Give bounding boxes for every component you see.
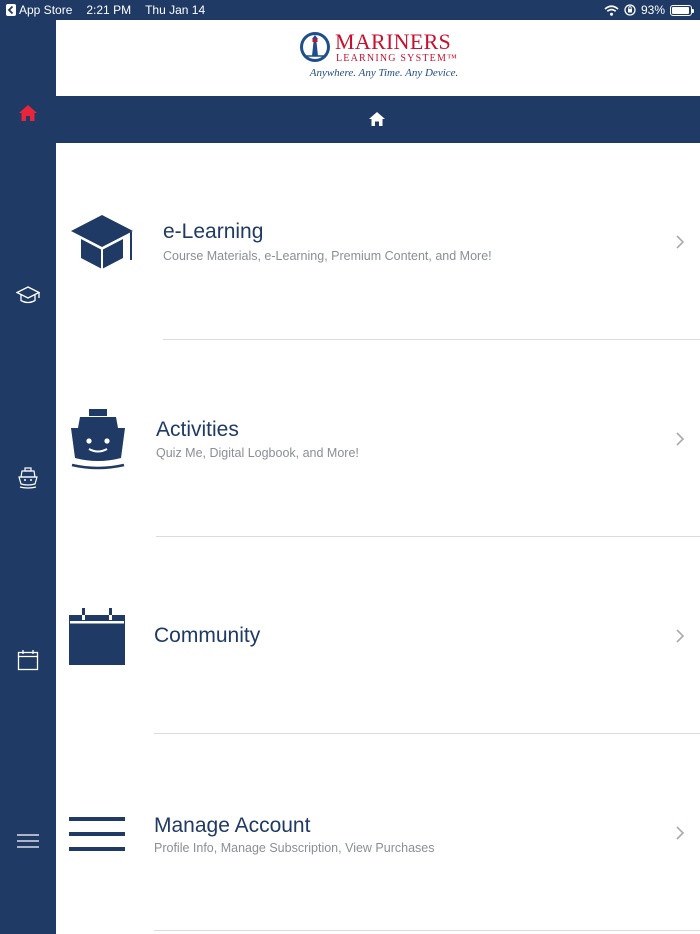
menu-icon bbox=[69, 817, 125, 851]
menu-item-community[interactable]: Community bbox=[56, 537, 700, 734]
sidebar bbox=[0, 20, 56, 934]
menu-item-activities[interactable]: Activities Quiz Me, Digital Logbook, and… bbox=[56, 340, 700, 537]
status-bar-left: App Store 2:21 PM Thu Jan 14 bbox=[6, 3, 205, 17]
mariners-logo[interactable]: MARINERS LEARNING SYSTEM™ Anywhere. Any … bbox=[299, 30, 469, 92]
calendar-icon bbox=[17, 650, 39, 671]
status-time: 2:21 PM bbox=[86, 3, 132, 17]
home-icon bbox=[19, 105, 37, 121]
logo-tagline: Anywhere. Any Time. Any Device. bbox=[309, 67, 459, 79]
battery-icon bbox=[670, 4, 694, 16]
menu-icon bbox=[17, 834, 39, 848]
top-nav-bar bbox=[56, 96, 700, 143]
back-app-label: App Store bbox=[19, 3, 73, 17]
chevron-right-icon bbox=[676, 629, 685, 643]
calendar-icon bbox=[69, 608, 125, 665]
battery-percent: 93% bbox=[640, 3, 665, 17]
menu-item-title: Manage Account bbox=[154, 814, 311, 837]
home-icon[interactable] bbox=[367, 110, 387, 128]
status-bar-right: 93% bbox=[604, 3, 694, 17]
chevron-right-icon bbox=[676, 235, 685, 249]
ship-icon bbox=[18, 467, 38, 489]
logo-subtitle: LEARNING SYSTEM™ bbox=[336, 53, 459, 64]
wifi-icon bbox=[604, 4, 619, 16]
graduation-cap-icon bbox=[16, 286, 40, 304]
chevron-right-icon bbox=[676, 826, 685, 840]
menu-item-subtitle: Course Materials, e-Learning, Premium Co… bbox=[163, 249, 492, 263]
menu-item-title: e-Learning bbox=[163, 220, 264, 243]
orientation-lock-icon bbox=[624, 4, 636, 16]
row-divider bbox=[154, 930, 700, 931]
back-to-app-button[interactable]: App Store bbox=[6, 3, 72, 17]
lighthouse-emblem-icon bbox=[300, 32, 330, 62]
menu-item-subtitle: Profile Info, Manage Subscription, View … bbox=[154, 841, 435, 855]
chevron-right-icon bbox=[676, 432, 685, 446]
menu-item-manage-account[interactable]: Manage Account Profile Info, Manage Subs… bbox=[56, 734, 700, 931]
graduation-cap-icon bbox=[71, 215, 133, 269]
status-bar: App Store 2:21 PM Thu Jan 14 93% bbox=[0, 0, 700, 20]
sidebar-item-community[interactable] bbox=[0, 640, 56, 680]
sidebar-item-home[interactable] bbox=[0, 93, 56, 133]
sidebar-item-activities[interactable] bbox=[0, 458, 56, 498]
menu-item-subtitle: Quiz Me, Digital Logbook, and More! bbox=[156, 446, 359, 460]
menu-item-title: Community bbox=[154, 624, 261, 647]
menu-item-elearning[interactable]: e-Learning Course Materials, e-Learning,… bbox=[56, 143, 700, 340]
sidebar-item-elearning[interactable] bbox=[0, 275, 56, 315]
sidebar-item-menu[interactable] bbox=[0, 821, 56, 861]
ship-icon bbox=[71, 409, 125, 470]
status-date: Thu Jan 14 bbox=[145, 3, 206, 17]
header: MARINERS LEARNING SYSTEM™ Anywhere. Any … bbox=[56, 20, 700, 96]
menu-item-title: Activities bbox=[156, 418, 239, 441]
back-chevron-icon bbox=[6, 4, 16, 16]
logo-title: MARINERS bbox=[335, 29, 452, 54]
